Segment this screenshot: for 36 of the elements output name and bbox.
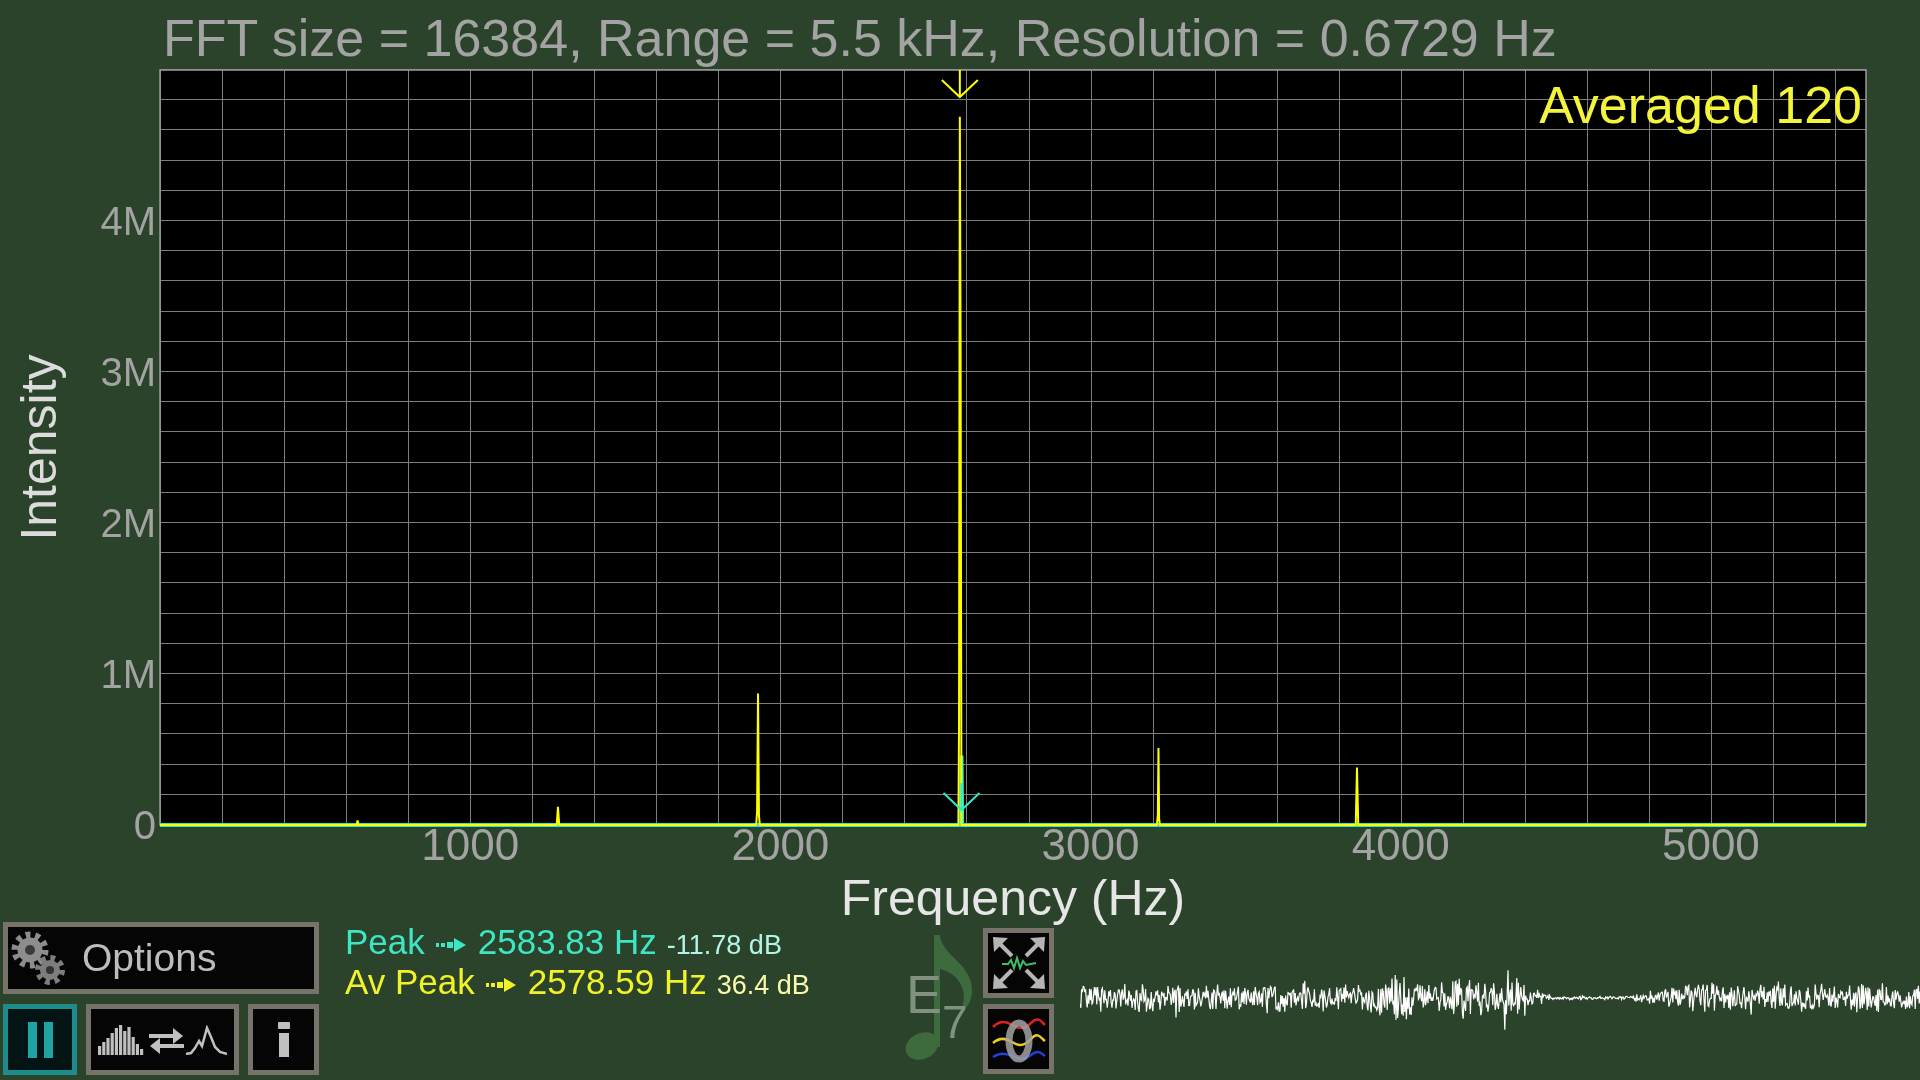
peak-frequency: 2583.83 Hz — [477, 922, 657, 961]
info-button[interactable] — [248, 1004, 319, 1075]
dashed-arrow-icon — [485, 978, 516, 992]
info-icon — [277, 1022, 290, 1057]
peak-label: Peak — [345, 922, 425, 961]
pause-button[interactable] — [3, 1004, 77, 1075]
note-label: E$_{7}$ — [906, 967, 968, 1049]
x-tick-label: 2000 — [731, 820, 830, 869]
view-toggle-button[interactable] — [86, 1004, 239, 1075]
spectrum-toggle-icon — [97, 1024, 228, 1055]
x-tick-label: 4000 — [1351, 820, 1450, 869]
x-tick-label: 5000 — [1661, 820, 1760, 869]
y-tick-label: 2M — [100, 501, 156, 545]
x-tick-label: 1000 — [421, 820, 520, 869]
peak-decibels: 36.4 dB — [716, 970, 810, 1000]
y-tick-label: 4M — [100, 199, 156, 243]
peak-marker-icon — [942, 782, 981, 812]
y-tick-label: 3M — [100, 350, 156, 394]
peak-label: Av Peak — [345, 962, 475, 1001]
y-tick-label: 1M — [100, 652, 156, 696]
peak-decibels: -11.78 dB — [666, 930, 782, 960]
gears-icon — [11, 931, 65, 985]
expand-button[interactable] — [983, 928, 1054, 998]
peak-frequency: 2578.59 Hz — [527, 962, 707, 1001]
average-count-label: Averaged 120 — [1539, 76, 1862, 134]
expand-arrows-icon — [990, 935, 1047, 991]
y-axis-title: Intensity — [11, 354, 67, 541]
x-axis-title: Frequency (Hz) — [840, 870, 1186, 926]
peak-marker-icon — [940, 69, 979, 99]
x-tick-label: 3000 — [1041, 820, 1140, 869]
chart-title: FFT size = 16384, Range = 5.5 kHz, Resolution = 0.6729 Hz — [163, 9, 1557, 67]
pause-icon — [27, 1021, 53, 1058]
waves-button[interactable] — [983, 1004, 1054, 1074]
dashed-arrow-icon — [435, 938, 466, 952]
y-tick-label: 0 — [133, 803, 156, 847]
options-button[interactable]: Options — [3, 922, 319, 994]
